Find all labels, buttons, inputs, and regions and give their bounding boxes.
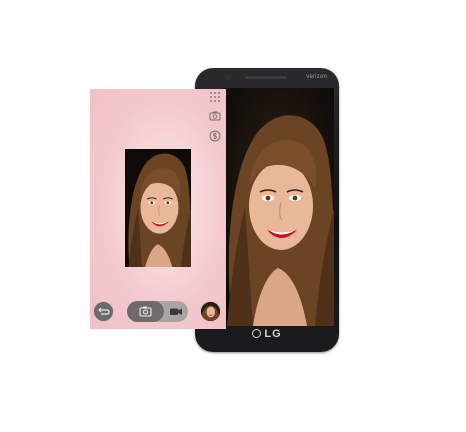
camera-app-screen bbox=[90, 89, 226, 329]
back-button[interactable] bbox=[93, 301, 114, 322]
front-camera-lens bbox=[225, 74, 231, 80]
portrait-photo bbox=[223, 88, 334, 326]
video-camera-icon bbox=[170, 308, 182, 315]
switch-camera-icon[interactable] bbox=[209, 110, 221, 122]
carrier-logo: verizon bbox=[306, 74, 327, 80]
phone-brand-text: LG bbox=[264, 328, 282, 340]
back-arrow-icon bbox=[98, 307, 110, 315]
phone-brand-logo: LG bbox=[195, 328, 339, 340]
phone-screen-photo bbox=[223, 88, 334, 326]
video-record-button[interactable] bbox=[164, 301, 188, 322]
gallery-thumbnail[interactable] bbox=[200, 301, 221, 322]
photo-capture-button[interactable] bbox=[127, 301, 164, 322]
camera-preview[interactable] bbox=[125, 149, 191, 267]
capture-mode-switch bbox=[127, 301, 188, 322]
shot-mode-icon[interactable] bbox=[209, 130, 221, 142]
camera-side-toolbar bbox=[204, 89, 226, 329]
camera-bottom-bar bbox=[90, 297, 226, 329]
lg-logo-icon bbox=[252, 329, 262, 338]
gallery-thumbnail-image bbox=[201, 302, 220, 321]
stage: verizon LG bbox=[0, 0, 466, 432]
earpiece-speaker bbox=[245, 76, 287, 79]
camera-icon bbox=[139, 306, 152, 317]
grid-icon[interactable] bbox=[209, 91, 221, 103]
preview-portrait-photo bbox=[125, 149, 191, 267]
